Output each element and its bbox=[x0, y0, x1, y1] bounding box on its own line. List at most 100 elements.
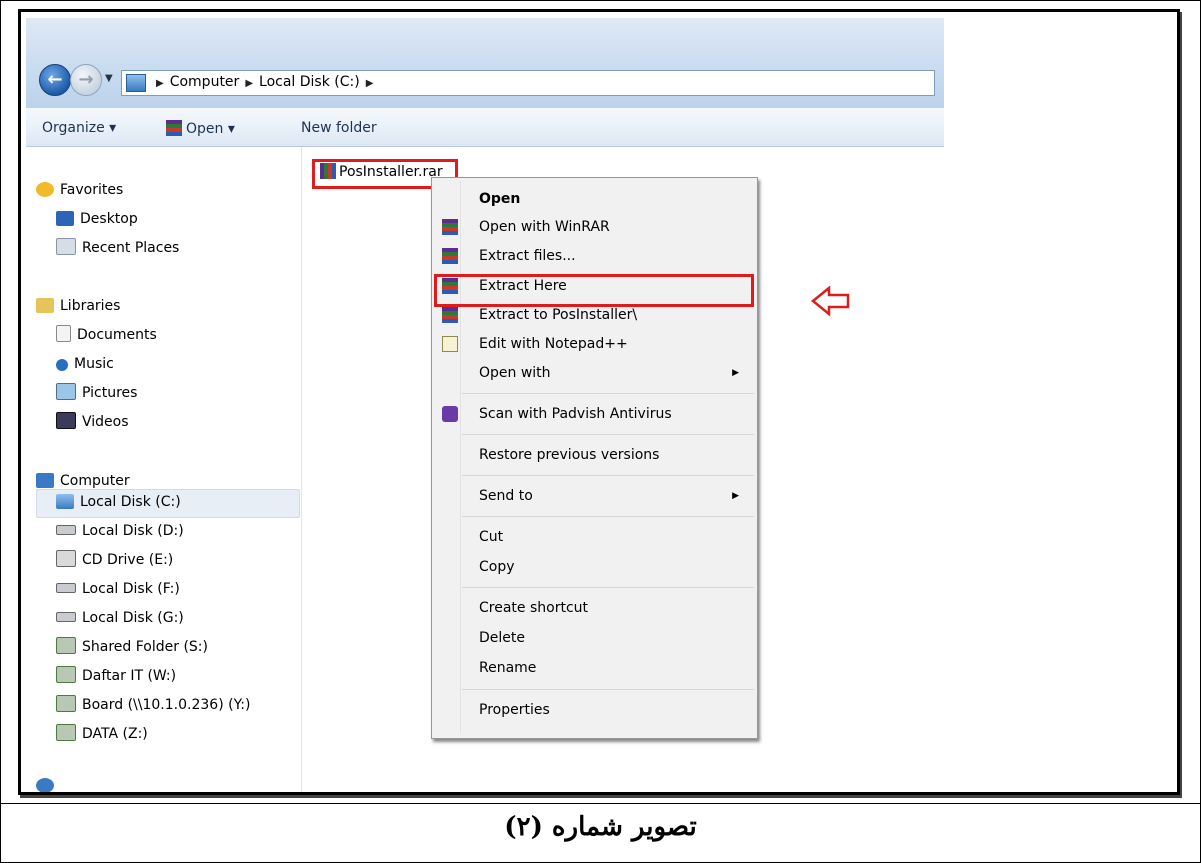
address-bar-area: ← → ▼ ▶ Computer ▶ Local Disk (C:) ▶ bbox=[26, 18, 944, 108]
navigation-pane: Favorites Desktop Recent Places Librarie… bbox=[26, 147, 302, 792]
breadcrumb-computer[interactable]: Computer bbox=[170, 74, 240, 90]
nav-drive-f[interactable]: Local Disk (F:) bbox=[56, 578, 180, 600]
nav-drive-y[interactable]: Board (\\10.1.0.236) (Y:) bbox=[56, 694, 250, 716]
padvish-antivirus-icon bbox=[442, 406, 458, 422]
windows-drive-icon bbox=[56, 494, 74, 509]
organize-button[interactable]: Organize ▾ bbox=[42, 120, 116, 136]
menu-item-label: Extract files... bbox=[479, 248, 576, 264]
winrar-icon bbox=[442, 248, 458, 264]
open-button-label: Open ▾ bbox=[186, 121, 235, 137]
nav-drive-w[interactable]: Daftar IT (W:) bbox=[56, 665, 176, 687]
nav-computer[interactable]: Computer bbox=[36, 470, 130, 492]
nav-drive-label: Local Disk (G:) bbox=[82, 610, 184, 626]
back-button[interactable]: ← bbox=[39, 64, 71, 96]
music-icon bbox=[56, 359, 68, 371]
menu-item-label: Copy bbox=[479, 559, 515, 575]
context-menu: Open Open with WinRAR Extract files... E… bbox=[431, 177, 758, 739]
notepadpp-icon bbox=[442, 336, 458, 352]
nav-drive-label: Local Disk (C:) bbox=[80, 494, 181, 510]
menu-separator bbox=[462, 393, 754, 394]
nav-music[interactable]: Music bbox=[56, 353, 114, 375]
nav-desktop-label: Desktop bbox=[80, 211, 138, 227]
menu-item-send-to[interactable]: Send to ▶ bbox=[432, 483, 757, 509]
new-folder-button[interactable]: New folder bbox=[301, 120, 377, 136]
nav-favorites[interactable]: Favorites bbox=[36, 179, 123, 201]
hard-drive-icon bbox=[56, 583, 76, 593]
nav-drive-z[interactable]: DATA (Z:) bbox=[56, 723, 148, 745]
nav-documents[interactable]: Documents bbox=[56, 324, 157, 346]
menu-item-open-with[interactable]: Open with ▶ bbox=[432, 360, 757, 386]
menu-separator bbox=[462, 475, 754, 476]
menu-item-delete[interactable]: Delete bbox=[432, 625, 757, 651]
breadcrumb: ▶ Computer ▶ Local Disk (C:) ▶ bbox=[150, 74, 379, 90]
nav-music-label: Music bbox=[74, 356, 114, 372]
nav-pictures[interactable]: Pictures bbox=[56, 382, 137, 404]
menu-item-rename[interactable]: Rename bbox=[432, 655, 757, 681]
nav-favorites-label: Favorites bbox=[60, 182, 124, 198]
nav-recent-places[interactable]: Recent Places bbox=[56, 237, 179, 259]
figure-caption: تصویر شماره (۲) bbox=[504, 812, 697, 842]
nav-drive-e[interactable]: CD Drive (E:) bbox=[56, 549, 173, 571]
menu-item-open-with-winrar[interactable]: Open with WinRAR bbox=[432, 214, 757, 240]
menu-item-restore-versions[interactable]: Restore previous versions bbox=[432, 442, 757, 468]
menu-item-cut[interactable]: Cut bbox=[432, 524, 757, 550]
menu-item-scan-padvish[interactable]: Scan with Padvish Antivirus bbox=[432, 401, 757, 427]
winrar-icon bbox=[442, 307, 458, 323]
network-drive-icon bbox=[56, 666, 76, 683]
recent-places-icon bbox=[56, 238, 76, 255]
nav-network-partial[interactable] bbox=[36, 775, 60, 792]
nav-drive-label: DATA (Z:) bbox=[82, 726, 148, 742]
breadcrumb-local-disk-c[interactable]: Local Disk (C:) bbox=[259, 74, 360, 90]
libraries-icon bbox=[36, 298, 54, 313]
nav-recent-label: Recent Places bbox=[82, 240, 180, 256]
nav-computer-label: Computer bbox=[60, 473, 130, 489]
open-button[interactable]: Open ▾ bbox=[166, 120, 235, 137]
computer-icon bbox=[36, 473, 54, 488]
hard-drive-icon bbox=[56, 612, 76, 622]
menu-item-label: Restore previous versions bbox=[479, 447, 660, 463]
caption-divider bbox=[0, 803, 1201, 804]
nav-drive-g[interactable]: Local Disk (G:) bbox=[56, 607, 184, 629]
menu-item-label: Scan with Padvish Antivirus bbox=[479, 406, 672, 422]
nav-drive-s[interactable]: Shared Folder (S:) bbox=[56, 636, 208, 658]
cd-drive-icon bbox=[56, 550, 76, 567]
menu-item-extract-files[interactable]: Extract files... bbox=[432, 243, 757, 269]
documents-icon bbox=[56, 325, 71, 342]
nav-drive-c[interactable]: Local Disk (C:) bbox=[56, 491, 181, 513]
pictures-icon bbox=[56, 383, 76, 400]
breadcrumb-arrow-icon[interactable]: ▶ bbox=[156, 78, 164, 89]
nav-videos[interactable]: Videos bbox=[56, 411, 129, 433]
network-icon bbox=[36, 778, 54, 792]
screenshot-frame: ← → ▼ ▶ Computer ▶ Local Disk (C:) ▶ Organiz… bbox=[18, 9, 1180, 795]
red-arrow-icon bbox=[811, 286, 850, 316]
winrar-icon bbox=[166, 120, 182, 136]
nav-libraries[interactable]: Libraries bbox=[36, 295, 120, 317]
star-icon bbox=[36, 182, 54, 197]
breadcrumb-arrow-icon[interactable]: ▶ bbox=[366, 78, 374, 89]
menu-item-copy[interactable]: Copy bbox=[432, 554, 757, 580]
nav-drive-label: Board (\\10.1.0.236) (Y:) bbox=[82, 697, 251, 713]
drive-icon bbox=[126, 74, 146, 92]
menu-separator bbox=[462, 689, 754, 690]
menu-item-label: Open bbox=[479, 191, 521, 207]
submenu-arrow-icon: ▶ bbox=[732, 368, 739, 378]
breadcrumb-arrow-icon[interactable]: ▶ bbox=[245, 78, 253, 89]
nav-drive-label: Daftar IT (W:) bbox=[82, 668, 177, 684]
nav-drive-label: Local Disk (D:) bbox=[82, 523, 184, 539]
menu-item-open[interactable]: Open bbox=[432, 186, 757, 212]
menu-item-label: Properties bbox=[479, 702, 550, 718]
menu-item-create-shortcut[interactable]: Create shortcut bbox=[432, 595, 757, 621]
menu-item-label: Create shortcut bbox=[479, 600, 589, 616]
nav-videos-label: Videos bbox=[82, 414, 129, 430]
history-dropdown-icon[interactable]: ▼ bbox=[105, 73, 113, 84]
desktop-icon bbox=[56, 211, 74, 226]
menu-item-properties[interactable]: Properties bbox=[432, 697, 757, 723]
menu-item-edit-notepadpp[interactable]: Edit with Notepad++ bbox=[432, 331, 757, 357]
network-drive-icon bbox=[56, 724, 76, 741]
nav-drive-d[interactable]: Local Disk (D:) bbox=[56, 520, 184, 542]
address-box[interactable]: ▶ Computer ▶ Local Disk (C:) ▶ bbox=[121, 70, 935, 96]
network-drive-icon bbox=[56, 695, 76, 712]
nav-desktop[interactable]: Desktop bbox=[56, 208, 138, 230]
forward-button[interactable]: → bbox=[70, 64, 102, 96]
menu-separator bbox=[462, 434, 754, 435]
